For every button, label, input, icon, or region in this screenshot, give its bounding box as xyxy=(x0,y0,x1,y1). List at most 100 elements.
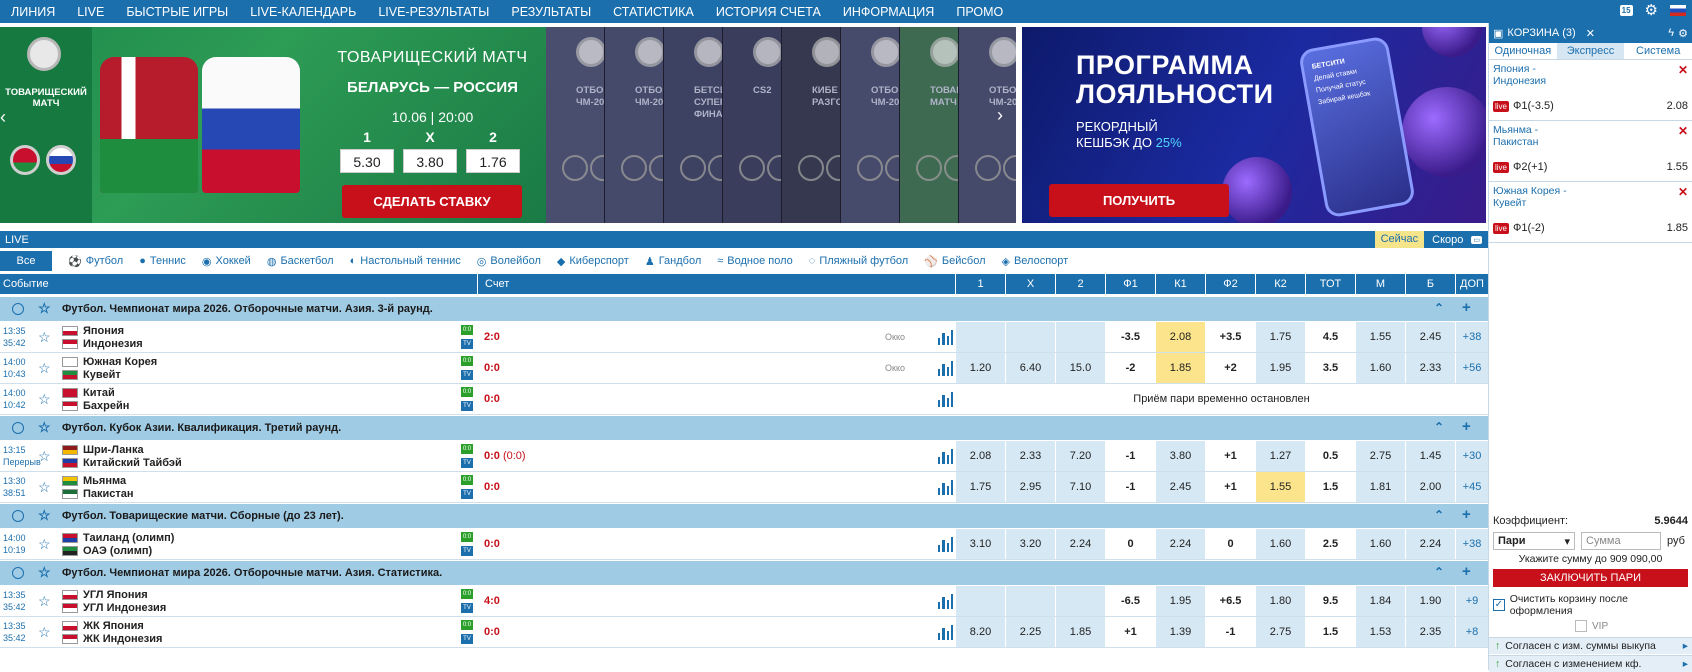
stats-chart-icon[interactable] xyxy=(938,330,953,345)
checkbox-checked-icon[interactable]: ✓ xyxy=(1493,599,1505,611)
odds-cell[interactable]: -1 xyxy=(1105,441,1155,471)
banner-thumbnail[interactable]: БЕТСИ СУПЕРЛ ФИНА xyxy=(664,27,723,223)
tv-icon[interactable]: ▭ xyxy=(1471,235,1482,244)
away-team[interactable]: Бахрейн xyxy=(83,400,129,413)
banner-thumbnail[interactable]: ОТБО ЧМ-20 xyxy=(841,27,900,223)
away-team[interactable]: ЖК Индонезия xyxy=(83,633,162,646)
now-tab[interactable]: Сейчас xyxy=(1374,231,1425,248)
sport-tab[interactable]: ◉ Хоккей xyxy=(194,255,259,268)
odds-cell[interactable]: 1.55 xyxy=(1355,322,1405,352)
live-stats-icon[interactable]: 0:0 xyxy=(461,325,473,335)
odds-cell[interactable] xyxy=(1005,322,1055,352)
odds-cell[interactable]: 3.5 xyxy=(1305,353,1355,383)
odds-cell[interactable]: 1.60 xyxy=(1255,529,1305,559)
tab-single[interactable]: Одиночная xyxy=(1489,43,1557,59)
odds-cell[interactable] xyxy=(1055,322,1105,352)
sport-tab[interactable]: ◍ Баскетбол xyxy=(259,255,342,268)
live-stats-icon[interactable]: 0:0 xyxy=(461,620,473,630)
live-stats-icon[interactable]: 0:0 xyxy=(461,444,473,454)
odds-cell[interactable]: 9.5 xyxy=(1305,586,1355,616)
loyalty-banner[interactable]: ПРОГРАММА ЛОЯЛЬНОСТИ РЕКОРДНЫЙ КЕШБЭК ДО 2… xyxy=(1022,27,1486,223)
tab-express[interactable]: Экспресс xyxy=(1556,43,1625,59)
banner-side-card[interactable]: ТОВАРИЩЕСКИЙ МАТЧ ‹ xyxy=(0,27,92,223)
sport-tab[interactable]: ⚽ Футбол xyxy=(60,255,131,268)
odds-cell[interactable]: 1.80 xyxy=(1255,586,1305,616)
sport-tab[interactable]: ≈ Водное поло xyxy=(709,255,801,267)
odds-cell[interactable]: 2.08 xyxy=(1155,322,1205,352)
home-team[interactable]: Шри-Ланка xyxy=(83,444,144,457)
away-team[interactable]: УГЛ Индонезия xyxy=(83,602,166,615)
live-stats-icon[interactable]: 0:0 xyxy=(461,532,473,542)
tv-icon[interactable]: TV xyxy=(461,603,473,613)
banner-thumbnail[interactable]: ОТБО ЧМ-20 xyxy=(959,27,1016,223)
odds-cell[interactable]: 2.35 xyxy=(1405,617,1455,647)
tv-icon[interactable]: TV xyxy=(461,489,473,499)
agree-coef-option[interactable]: ↑ Согласен с изменением кф. ▸ xyxy=(1489,655,1692,672)
gear-icon[interactable]: ⚙ xyxy=(1645,3,1658,18)
star-icon[interactable]: ☆ xyxy=(38,564,51,581)
away-team[interactable]: Пакистан xyxy=(83,488,134,501)
odds-cell[interactable]: 2.75 xyxy=(1355,441,1405,471)
star-icon[interactable]: ☆ xyxy=(38,448,51,465)
odds-cell[interactable]: +38 xyxy=(1455,322,1488,352)
stats-chart-icon[interactable] xyxy=(938,594,953,609)
odds-cell[interactable]: 8.20 xyxy=(955,617,1005,647)
stats-chart-icon[interactable] xyxy=(938,625,953,640)
plus-icon[interactable]: + xyxy=(1462,418,1471,435)
odds-cell[interactable]: +3.5 xyxy=(1205,322,1255,352)
odds-cell[interactable]: 1.39 xyxy=(1155,617,1205,647)
odds-cell[interactable]: +1 xyxy=(1105,617,1155,647)
odds-cell[interactable]: 2.08 xyxy=(955,441,1005,471)
odds-cell[interactable]: 1.95 xyxy=(1155,586,1205,616)
sport-tab[interactable]: ◐ Настольный теннис xyxy=(342,255,469,267)
agree-buyout-option[interactable]: ↑ Согласен с изм. суммы выкупа ▸ xyxy=(1489,637,1692,654)
odds-cell[interactable]: 1.90 xyxy=(1405,586,1455,616)
remove-bet-icon[interactable]: ✕ xyxy=(1678,185,1688,199)
odds-cell[interactable]: -3.5 xyxy=(1105,322,1155,352)
odds-cell[interactable]: 1.75 xyxy=(955,472,1005,502)
odds-cell[interactable]: 15.0 xyxy=(1055,353,1105,383)
banner-odd-x[interactable]: X 3.80 xyxy=(403,129,457,173)
odds-cell[interactable]: 0 xyxy=(1205,529,1255,559)
russian-flag-icon[interactable] xyxy=(1670,5,1686,16)
home-team[interactable]: УГЛ Япония xyxy=(83,589,148,602)
flash-icon[interactable]: ϟ xyxy=(1668,27,1674,39)
chevron-up-icon[interactable]: ⌃ xyxy=(1434,565,1444,579)
live-stats-icon[interactable]: 0:0 xyxy=(461,475,473,485)
tab-system[interactable]: Система xyxy=(1624,43,1692,59)
odds-cell[interactable]: 3.10 xyxy=(955,529,1005,559)
odds-cell[interactable]: 3.20 xyxy=(1005,529,1055,559)
star-icon[interactable]: ☆ xyxy=(38,300,51,317)
odds-cell[interactable]: 1.60 xyxy=(1355,353,1405,383)
odds-cell[interactable]: +1 xyxy=(1205,472,1255,502)
odds-cell[interactable]: 2.95 xyxy=(1005,472,1055,502)
away-team[interactable]: Кувейт xyxy=(83,369,121,382)
home-team[interactable]: Таиланд (олимп) xyxy=(83,532,174,545)
odds-cell[interactable]: 1.20 xyxy=(955,353,1005,383)
odds-cell[interactable]: 1.84 xyxy=(1355,586,1405,616)
odds-cell[interactable]: 2.45 xyxy=(1155,472,1205,502)
vip-checkbox[interactable] xyxy=(1575,620,1587,632)
close-icon[interactable]: ✕ xyxy=(1586,27,1595,40)
star-icon[interactable]: ☆ xyxy=(38,419,51,436)
odds-cell[interactable]: 2.00 xyxy=(1405,472,1455,502)
odds-cell[interactable]: 2.24 xyxy=(1155,529,1205,559)
odds-cell[interactable]: 7.10 xyxy=(1055,472,1105,502)
odds-cell[interactable]: 1.55 xyxy=(1255,472,1305,502)
bet-event[interactable]: Южная Корея - Кувейт xyxy=(1493,185,1583,209)
live-stats-icon[interactable]: 0:0 xyxy=(461,356,473,366)
odds-cell[interactable]: 6.40 xyxy=(1005,353,1055,383)
banner-thumbnail[interactable]: КИБЕ РАЗГО xyxy=(782,27,841,223)
topnav-item[interactable]: LIVE xyxy=(66,5,115,19)
odds-cell[interactable]: 1.5 xyxy=(1305,617,1355,647)
odds-cell[interactable]: -2 xyxy=(1105,353,1155,383)
make-bet-button[interactable]: СДЕЛАТЬ СТАВКУ xyxy=(342,185,522,218)
live-stats-icon[interactable]: 0:0 xyxy=(461,387,473,397)
topnav-item[interactable]: ПРОМО xyxy=(945,5,1014,19)
banner-thumbnail[interactable]: ОТБО ЧМ-20 xyxy=(546,27,605,223)
star-icon[interactable]: ☆ xyxy=(38,329,51,346)
sport-tab[interactable]: ⚾ Бейсбол xyxy=(916,255,993,268)
tv-icon[interactable]: TV xyxy=(461,458,473,468)
tv-icon[interactable]: TV xyxy=(461,546,473,556)
odds-cell[interactable] xyxy=(955,586,1005,616)
